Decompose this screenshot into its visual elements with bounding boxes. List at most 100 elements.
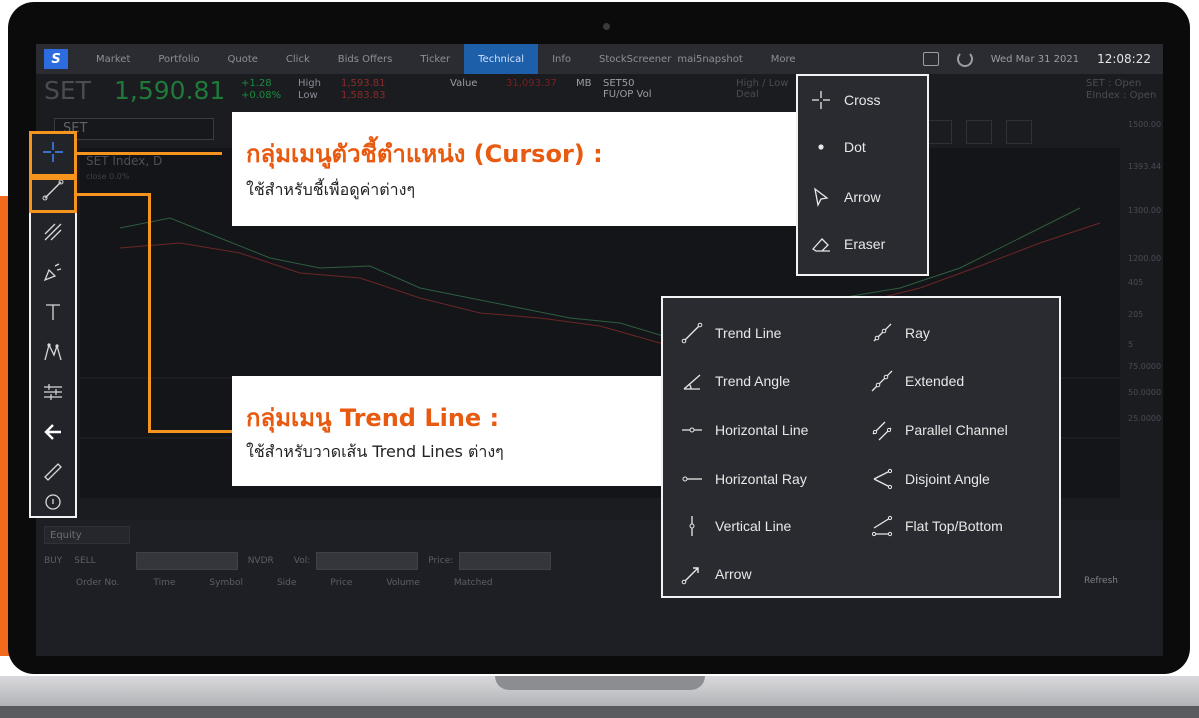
index-bar: SET 1,590.81 +1.28 +0.08% High Low 1,593… (36, 74, 1163, 110)
high-low-label: High / Low (736, 78, 789, 89)
candle-button[interactable] (966, 120, 992, 144)
nav-ticker[interactable]: Ticker (406, 54, 464, 65)
trend-item-parallel-channel[interactable]: Parallel Channel (871, 419, 1008, 441)
text-tool-button[interactable] (31, 294, 75, 330)
nav-more[interactable]: More (757, 54, 810, 65)
compare-button[interactable] (926, 120, 952, 144)
refresh-button[interactable]: Refresh (1084, 576, 1118, 586)
clock-text: 12:08:22 (1097, 52, 1151, 66)
trend-item-disjoint-angle[interactable]: Disjoint Angle (871, 468, 990, 490)
brush-icon (43, 263, 62, 282)
trend-item-arrow-label: Arrow (715, 566, 752, 582)
brush-tool-button[interactable] (31, 254, 75, 290)
cursor-connector-h (77, 152, 222, 155)
nav-technical[interactable]: Technical (464, 44, 539, 74)
trend-item-flat-top-bottom[interactable]: Flat Top/Bottom (871, 515, 1003, 537)
trend-item-trend-line[interactable]: Trend Line (681, 322, 781, 344)
date-text: Wed Mar 31 2021 (990, 53, 1080, 65)
zoom-icon (45, 494, 61, 510)
high-low-block: High / Low Deal (736, 78, 788, 100)
trend-item-extended[interactable]: Extended (871, 370, 964, 392)
trend-callout: กลุ่มเมนู Trend Line : ใช้สำหรับวาดเส้น … (232, 376, 666, 486)
mail-icon[interactable] (922, 52, 939, 66)
high-low-labels: High Low (298, 78, 321, 102)
col-side[interactable]: Side (277, 578, 296, 588)
nav-stockscreener[interactable]: StockScreener (585, 54, 675, 65)
cursor-item-arrow[interactable]: Arrow (810, 186, 881, 208)
trend-tool-highlight (29, 177, 77, 213)
col-volume[interactable]: Volume (386, 578, 419, 588)
trend-item-extended-label: Extended (905, 373, 965, 389)
set50-block: SET50 FU/OP Vol (603, 78, 651, 100)
price-field[interactable] (459, 552, 552, 570)
nav-portfolio[interactable]: Portfolio (144, 54, 213, 65)
right-axis-tick: 5 (1128, 340, 1134, 349)
nav-click[interactable]: Click (272, 54, 324, 65)
trend-item-trend-angle[interactable]: Trend Angle (681, 370, 790, 392)
trend-item-vertical-line-label: Vertical Line (715, 518, 792, 534)
index-change-abs: +1.28 (241, 78, 272, 89)
index-change-pct: +0.08% (241, 90, 282, 101)
sell-radio[interactable]: SELL (74, 556, 95, 566)
trend-item-ray[interactable]: Ray (871, 322, 930, 344)
nav-market[interactable]: Market (82, 54, 144, 65)
vol-label: Vol: (293, 556, 311, 566)
volume-field[interactable] (316, 552, 419, 570)
deal-label: Deal (736, 89, 759, 100)
pattern-icon (44, 343, 62, 361)
trend-connector-h1 (77, 193, 150, 196)
trend-item-horizontal-ray-label: Horizontal Ray (715, 471, 807, 487)
flat-top-bottom-icon (871, 515, 893, 537)
right-axis-tick: 1300.00 (1128, 206, 1162, 215)
trend-item-parallel-channel-label: Parallel Channel (905, 422, 1008, 438)
laptop-base-shadow (0, 706, 1199, 718)
pattern-tool-button[interactable] (31, 334, 75, 370)
right-axis-tick: 50.0000 (1128, 388, 1162, 397)
nav-quote[interactable]: Quote (214, 54, 272, 65)
trend-connector-v (148, 193, 151, 432)
vertical-line-icon (689, 516, 695, 536)
right-axis-tick: 1200.00 (1128, 254, 1162, 263)
trend-callout-desc: ใช้สำหรับวาดเส้น Trend Lines ต่างๆ (246, 442, 504, 461)
horizontal-ray-icon (682, 476, 702, 482)
fib-tool-button[interactable] (31, 214, 75, 250)
buy-radio[interactable]: BUY (44, 556, 62, 566)
symbol-field[interactable] (135, 552, 238, 570)
trend-item-horizontal-line[interactable]: Horizontal Line (681, 419, 808, 441)
col-order-no[interactable]: Order No. (76, 578, 119, 588)
right-axis-tick: 405 (1128, 278, 1144, 287)
back-arrow-button[interactable] (31, 414, 75, 450)
zoom-tool-button[interactable] (31, 484, 75, 520)
share-button[interactable] (1006, 120, 1032, 144)
camera-dot (603, 23, 610, 30)
laptop-notch (495, 676, 705, 690)
measure-tool-button[interactable] (31, 374, 75, 410)
right-y-axis: 1500.00 1393.44 1300.00 1200.00 405 205 5 75.00… (1124, 120, 1163, 498)
cursor-item-dot[interactable]: Dot (810, 136, 866, 158)
symbol-input[interactable]: SET (54, 118, 214, 140)
col-price[interactable]: Price (330, 578, 352, 588)
dot-icon (818, 144, 824, 150)
logout-icon[interactable] (956, 51, 973, 67)
eindex-status: EIndex : Open (1086, 90, 1157, 101)
col-symbol[interactable]: Symbol (209, 578, 243, 588)
arrow-line-icon (681, 567, 699, 585)
nav-bids-offers[interactable]: Bids Offers (324, 54, 407, 65)
equity-select[interactable]: Equity (44, 526, 130, 544)
trend-item-vertical-line[interactable]: Vertical Line (681, 515, 791, 537)
cursor-item-eraser[interactable]: Eraser (810, 233, 885, 255)
right-axis-tick: 205 (1128, 310, 1144, 319)
nav-mai-snapshot[interactable]: mai5napshot (675, 54, 756, 65)
cursor-item-cross[interactable]: Cross (810, 89, 881, 111)
set-status: SET : Open (1086, 78, 1142, 89)
col-matched[interactable]: Matched (454, 578, 493, 588)
trend-item-arrow[interactable]: Arrow (681, 563, 752, 585)
trend-item-ray-label: Ray (905, 325, 930, 341)
trend-item-trend-line-label: Trend Line (715, 325, 782, 341)
nav-info[interactable]: Info (538, 54, 585, 65)
index-value: 1,590.81 (114, 76, 226, 105)
app-logo[interactable]: S (44, 49, 68, 69)
trend-item-horizontal-ray[interactable]: Horizontal Ray (681, 468, 807, 490)
nvdr-checkbox[interactable]: NVDR (248, 556, 274, 566)
col-time[interactable]: Time (153, 578, 175, 588)
